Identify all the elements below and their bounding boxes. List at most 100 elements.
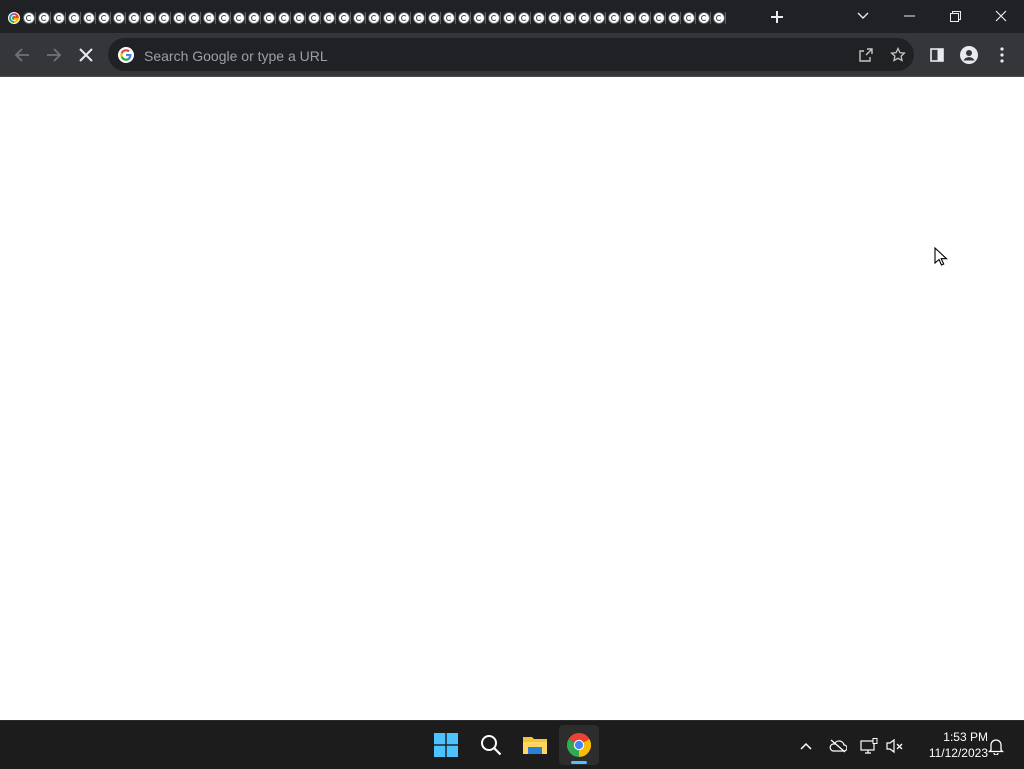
show-hidden-icons-button[interactable] — [795, 735, 817, 757]
browser-tab[interactable] — [501, 7, 516, 29]
browser-tab[interactable] — [666, 7, 681, 29]
chrome-favicon — [682, 12, 695, 24]
restore-button[interactable] — [932, 0, 978, 32]
tab-separator — [725, 12, 726, 24]
close-window-button[interactable] — [978, 0, 1024, 32]
browser-tab[interactable] — [531, 7, 546, 29]
browser-tab[interactable] — [96, 7, 111, 29]
chrome-favicon — [697, 12, 710, 24]
side-panel-button[interactable] — [922, 40, 952, 70]
folder-icon — [523, 737, 547, 754]
tab-search-button[interactable] — [840, 0, 886, 32]
browser-tab[interactable] — [141, 7, 156, 29]
browser-tab[interactable] — [486, 7, 501, 29]
browser-tab[interactable] — [366, 7, 381, 29]
tab-strip — [0, 0, 1024, 33]
browser-tab[interactable] — [261, 7, 276, 29]
chrome-favicon — [427, 12, 440, 24]
browser-tab[interactable] — [426, 7, 441, 29]
browser-tab[interactable] — [456, 7, 471, 29]
address-input[interactable] — [142, 38, 836, 73]
browser-tab[interactable] — [441, 7, 456, 29]
chrome-favicon — [337, 12, 350, 24]
chrome-favicon — [52, 12, 65, 24]
browser-tab[interactable] — [336, 7, 351, 29]
browser-tab[interactable] — [546, 7, 561, 29]
stop-loading-button[interactable] — [71, 40, 101, 70]
volume-tray-button[interactable] — [884, 735, 906, 757]
forward-button[interactable] — [39, 40, 69, 70]
start-button[interactable] — [426, 725, 466, 765]
browser-tab[interactable] — [381, 7, 396, 29]
browser-tab[interactable] — [81, 7, 96, 29]
browser-tab[interactable] — [156, 7, 171, 29]
forward-arrow-icon — [47, 48, 62, 62]
browser-tab[interactable] — [696, 7, 711, 29]
file-explorer-button[interactable] — [515, 725, 555, 765]
clock[interactable]: 1:53 PM 11/12/2023 — [912, 729, 988, 761]
browser-tab[interactable] — [651, 7, 666, 29]
browser-tab[interactable] — [321, 7, 336, 29]
browser-tab[interactable] — [291, 7, 306, 29]
chrome-favicon — [547, 12, 560, 24]
chrome-favicon — [667, 12, 680, 24]
chrome-favicon — [172, 12, 185, 24]
browser-tab[interactable] — [561, 7, 576, 29]
browser-tab[interactable] — [681, 7, 696, 29]
browser-tab[interactable] — [246, 7, 261, 29]
browser-tab[interactable] — [351, 7, 366, 29]
browser-tab[interactable] — [711, 7, 726, 29]
chrome-taskbar-button[interactable] — [559, 725, 599, 765]
new-tab-button[interactable] — [764, 5, 790, 29]
browser-tab[interactable] — [516, 7, 531, 29]
chrome-favicon — [247, 12, 260, 24]
browser-tab[interactable] — [171, 7, 186, 29]
chrome-favicon — [562, 12, 575, 24]
onedrive-tray-button[interactable] — [827, 735, 849, 757]
browser-tab[interactable] — [21, 7, 36, 29]
chrome-favicon — [307, 12, 320, 24]
network-tray-button[interactable] — [858, 735, 880, 757]
browser-tab[interactable] — [576, 7, 591, 29]
chrome-favicon — [352, 12, 365, 24]
back-button[interactable] — [7, 40, 37, 70]
browser-tab[interactable] — [471, 7, 486, 29]
taskbar-search-button[interactable] — [471, 725, 511, 765]
browser-tab[interactable] — [6, 7, 21, 29]
browser-tab[interactable] — [201, 7, 216, 29]
chrome-favicon — [322, 12, 335, 24]
browser-tab[interactable] — [636, 7, 651, 29]
browser-tab[interactable] — [606, 7, 621, 29]
browser-tab[interactable] — [36, 7, 51, 29]
omnibox[interactable] — [108, 38, 914, 73]
chrome-favicon — [532, 12, 545, 24]
tab-list — [6, 6, 730, 30]
profile-button[interactable] — [954, 40, 984, 70]
browser-tab[interactable] — [231, 7, 246, 29]
browser-tab[interactable] — [216, 7, 231, 29]
browser-tab[interactable] — [411, 7, 426, 29]
browser-tab[interactable] — [126, 7, 141, 29]
browser-tab[interactable] — [51, 7, 66, 29]
chrome-favicon — [112, 12, 125, 24]
kebab-menu-icon — [1000, 47, 1004, 63]
browser-tab[interactable] — [276, 7, 291, 29]
clock-time: 1:53 PM — [943, 730, 988, 744]
browser-tab[interactable] — [66, 7, 81, 29]
share-button[interactable] — [855, 44, 877, 66]
plus-icon — [771, 11, 783, 23]
browser-tab[interactable] — [186, 7, 201, 29]
browser-tab[interactable] — [396, 7, 411, 29]
page-content[interactable] — [0, 77, 1024, 720]
browser-tab[interactable] — [591, 7, 606, 29]
browser-tab[interactable] — [306, 7, 321, 29]
notifications-button[interactable] — [985, 735, 1007, 757]
bookmark-button[interactable] — [887, 44, 909, 66]
browser-tab[interactable] — [111, 7, 126, 29]
menu-button[interactable] — [987, 40, 1017, 70]
minimize-button[interactable] — [886, 0, 932, 32]
minimize-icon — [903, 15, 915, 17]
chrome-favicon — [142, 12, 155, 24]
chrome-favicon — [187, 12, 200, 24]
browser-tab[interactable] — [621, 7, 636, 29]
